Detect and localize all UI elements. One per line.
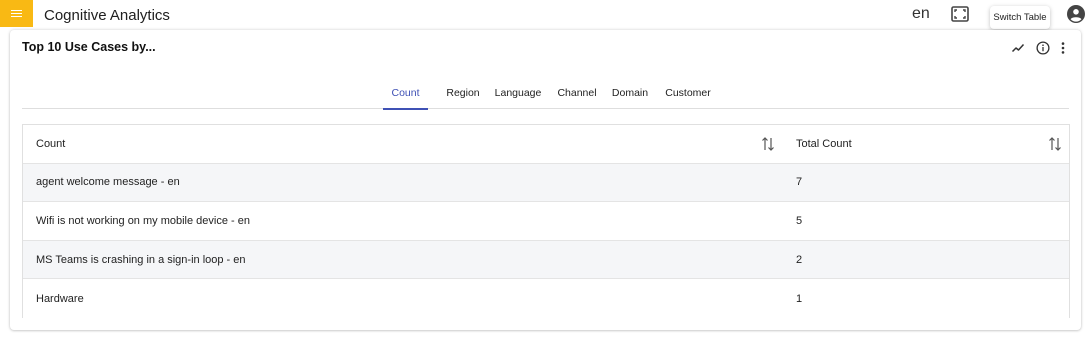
- tab-region[interactable]: Region: [438, 82, 488, 109]
- use-case-count: 7: [796, 176, 803, 189]
- tab-language[interactable]: Language: [492, 82, 544, 109]
- trend-chart-button[interactable]: [1010, 40, 1026, 56]
- card-title: Top 10 Use Cases by...: [22, 40, 156, 54]
- column-header-total-count[interactable]: Total Count: [796, 125, 852, 163]
- table-row[interactable]: Wifi is not working on my mobile device …: [23, 202, 1069, 241]
- trend-icon: [1011, 43, 1025, 53]
- more-vert-icon: [1061, 42, 1065, 54]
- sort-icon[interactable]: [1047, 136, 1063, 152]
- use-case-name: Wifi is not working on my mobile device …: [36, 214, 250, 227]
- use-cases-table: Count Total Count agent welcome message …: [22, 124, 1070, 318]
- switch-table-tooltip: Switch Table: [990, 6, 1050, 29]
- fullscreen-icon[interactable]: [951, 6, 969, 22]
- tab-count[interactable]: Count: [383, 82, 428, 110]
- grouping-tabs: Count Region Language Channel Domain Cus…: [22, 82, 1069, 110]
- sort-icon[interactable]: [760, 136, 776, 152]
- table-header-row: Count Total Count: [23, 125, 1069, 164]
- language-selector[interactable]: en: [912, 5, 930, 23]
- table-row[interactable]: agent welcome message - en 7: [23, 163, 1069, 203]
- use-case-count: 1: [796, 292, 803, 305]
- use-case-count: 5: [796, 214, 803, 227]
- menu-button[interactable]: [0, 0, 33, 27]
- tab-customer[interactable]: Customer: [662, 82, 714, 109]
- tab-channel[interactable]: Channel: [554, 82, 600, 109]
- use-case-name: Hardware: [36, 292, 84, 305]
- account-circle-icon[interactable]: [1067, 5, 1085, 23]
- column-header-count[interactable]: Count: [36, 125, 65, 163]
- info-button[interactable]: [1035, 40, 1051, 56]
- table-row[interactable]: MS Teams is crashing in a sign-in loop -…: [23, 240, 1069, 280]
- use-cases-card: Top 10 Use Cases by... Count Region Lang: [10, 30, 1081, 330]
- menu-icon: [11, 9, 22, 18]
- info-icon: [1036, 41, 1050, 55]
- app-title: Cognitive Analytics: [44, 7, 170, 24]
- use-case-count: 2: [796, 253, 803, 266]
- more-options-button[interactable]: [1055, 40, 1071, 56]
- table-row[interactable]: Hardware 1: [23, 279, 1069, 318]
- use-case-name: agent welcome message - en: [36, 176, 180, 189]
- top-app-bar: Cognitive Analytics en Switch Table: [0, 0, 1090, 30]
- use-case-name: MS Teams is crashing in a sign-in loop -…: [36, 253, 246, 266]
- tab-domain[interactable]: Domain: [609, 82, 651, 109]
